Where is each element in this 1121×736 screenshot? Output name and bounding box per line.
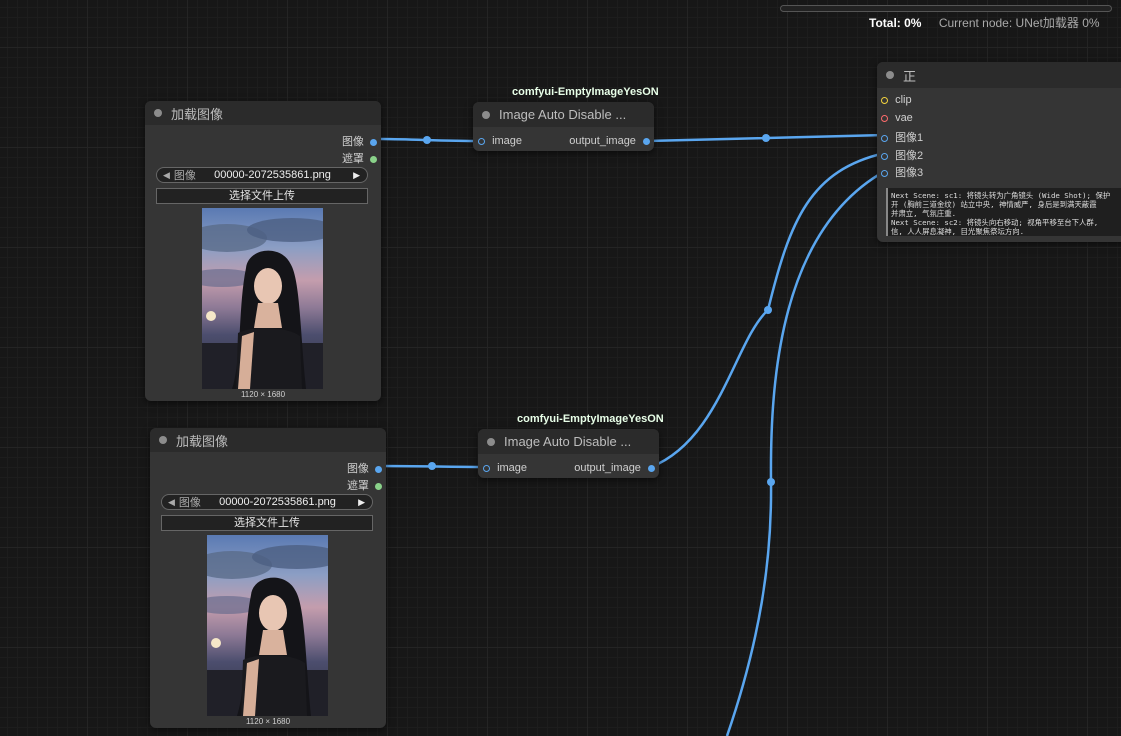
output-dot-icon[interactable] xyxy=(375,482,382,490)
image-combo-widget[interactable]: ◀ 图像 00000-2072535861.png ▶ xyxy=(156,167,368,183)
node-badge: comfyui-EmptyImageYesON xyxy=(517,413,664,425)
image-combo-widget[interactable]: ◀ 图像 00000-2072535861.png ▶ xyxy=(161,494,373,510)
combo-value: 00000-2072535861.png xyxy=(214,169,331,181)
upload-button[interactable]: 选择文件上传 xyxy=(161,515,373,531)
slot-label: image xyxy=(497,462,528,474)
upload-button[interactable]: 选择文件上传 xyxy=(156,188,368,204)
reroute-dot xyxy=(764,306,772,314)
image-auto-disable-node-1[interactable]: Image Auto Disable ... image output_imag… xyxy=(473,102,654,151)
prompt-line: 信, 人人屏息凝神, 目光聚焦祭坛方向. xyxy=(891,227,1025,236)
output-dot-icon[interactable] xyxy=(643,137,650,145)
collapse-dot-icon[interactable] xyxy=(487,437,495,446)
node-title: 加载图像 xyxy=(176,433,229,449)
prompt-line: Next Scene: sc1: 将镜头转为广角镜头 (Wide Shot); … xyxy=(891,191,1111,200)
input-dot-icon[interactable] xyxy=(881,114,888,122)
input-dot-icon[interactable] xyxy=(881,152,888,160)
input-slot-image2[interactable]: 图像2 xyxy=(881,147,923,163)
portrait-image xyxy=(207,545,328,716)
arrow-left-icon[interactable]: ◀ xyxy=(157,170,174,181)
combo-label: 图像 xyxy=(173,170,196,182)
arrow-left-icon[interactable]: ◀ xyxy=(162,497,179,508)
node-header[interactable]: 加载图像 xyxy=(150,428,386,452)
reroute-dot xyxy=(762,134,770,142)
image-preview xyxy=(207,535,328,716)
input-dot-icon[interactable] xyxy=(478,137,485,145)
input-slot-vae[interactable]: vae xyxy=(881,112,913,124)
node-badge: comfyui-EmptyImageYesON xyxy=(512,86,659,98)
node-title: Image Auto Disable ... xyxy=(499,107,627,122)
reroute-dot xyxy=(428,462,436,470)
link-offscreen-right xyxy=(725,169,886,736)
output-slot-mask[interactable]: 遮罩 xyxy=(342,150,377,166)
prompt-line: Next Scene: sc2: 将镜头向右移动; 视角平移至台下人群, xyxy=(891,218,1099,227)
input-dot-icon[interactable] xyxy=(483,464,490,472)
slot-label: output_image xyxy=(569,135,636,147)
output-slot-image[interactable]: 图像 xyxy=(347,460,382,476)
input-dot-icon[interactable] xyxy=(881,169,888,177)
slot-label: 图像 xyxy=(341,136,364,148)
prompt-line: 并肃立, 气氛庄重. xyxy=(891,209,957,218)
reroute-dot xyxy=(423,136,431,144)
node-header[interactable]: Image Auto Disable ... xyxy=(473,102,654,127)
image-dimensions: 1120 × 1680 xyxy=(240,390,286,399)
collapse-dot-icon[interactable] xyxy=(482,110,490,119)
input-dot-icon[interactable] xyxy=(881,96,888,104)
input-dot-icon[interactable] xyxy=(881,134,888,142)
slot-label: vae xyxy=(895,112,913,124)
node-header[interactable]: 加载图像 xyxy=(145,101,381,125)
node-canvas[interactable]: Total: 0% Current node: UNet加载器 0% 加载图像 … xyxy=(0,0,1121,736)
input-slot-image1[interactable]: 图像1 xyxy=(881,129,923,145)
prompt-text-area[interactable]: Next Scene: sc1: 将镜头转为广角镜头 (Wide Shot); … xyxy=(886,188,1121,236)
slot-label: 图像2 xyxy=(895,150,924,162)
arrow-right-icon[interactable]: ▶ xyxy=(349,170,367,181)
collapse-dot-icon[interactable] xyxy=(159,436,167,444)
node-header[interactable]: Image Auto Disable ... xyxy=(478,429,659,454)
output-dot-icon[interactable] xyxy=(370,138,377,146)
node-title: Image Auto Disable ... xyxy=(504,434,632,449)
node-header[interactable]: 正 xyxy=(877,62,1121,88)
image-auto-disable-node-2[interactable]: Image Auto Disable ... image output_imag… xyxy=(478,429,659,478)
output-slot-image[interactable]: 图像 xyxy=(342,133,377,149)
node-title: 加载图像 xyxy=(171,106,224,122)
image-dimensions: 1120 × 1680 xyxy=(245,717,291,726)
output-slot-output-image[interactable]: output_image xyxy=(574,462,655,474)
input-slot-image[interactable]: image xyxy=(478,135,522,147)
slot-label: clip xyxy=(895,94,912,106)
slot-label: 遮罩 xyxy=(346,480,369,492)
output-slot-mask[interactable]: 遮罩 xyxy=(347,477,382,493)
node-title: 正 xyxy=(903,68,917,84)
prompt-line: 开 (胸前三道金纹) 站立中央, 神情威严, 身后是到满天蔽霞 xyxy=(891,200,1097,209)
output-dot-icon[interactable] xyxy=(648,464,655,472)
image-preview xyxy=(202,208,323,389)
collapse-dot-icon[interactable] xyxy=(886,71,894,79)
slot-label: 图像3 xyxy=(895,167,924,179)
collapse-dot-icon[interactable] xyxy=(154,109,162,117)
slot-label: image xyxy=(492,135,523,147)
combo-label: 图像 xyxy=(178,497,201,509)
input-slot-clip[interactable]: clip xyxy=(881,94,912,106)
slot-label: 图像1 xyxy=(895,132,924,144)
load-image-node-2[interactable]: 加载图像 图像 遮罩 ◀ 图像 00000-2072535861.png ▶ 选… xyxy=(150,428,386,728)
slot-label: 遮罩 xyxy=(341,153,364,165)
output-dot-icon[interactable] xyxy=(370,155,377,163)
input-slot-image[interactable]: image xyxy=(483,462,527,474)
input-slot-image3[interactable]: 图像3 xyxy=(881,164,923,180)
combo-value: 00000-2072535861.png xyxy=(219,496,336,508)
slot-label: output_image xyxy=(574,462,641,474)
portrait-image xyxy=(202,218,323,389)
arrow-right-icon[interactable]: ▶ xyxy=(354,497,372,508)
output-slot-output-image[interactable]: output_image xyxy=(569,135,650,147)
output-dot-icon[interactable] xyxy=(375,465,382,473)
load-image-node-1[interactable]: 加载图像 图像 遮罩 ◀ 图像 00000-2072535861.png ▶ 选… xyxy=(145,101,381,401)
reroute-dot xyxy=(767,478,775,486)
slot-label: 图像 xyxy=(346,463,369,475)
